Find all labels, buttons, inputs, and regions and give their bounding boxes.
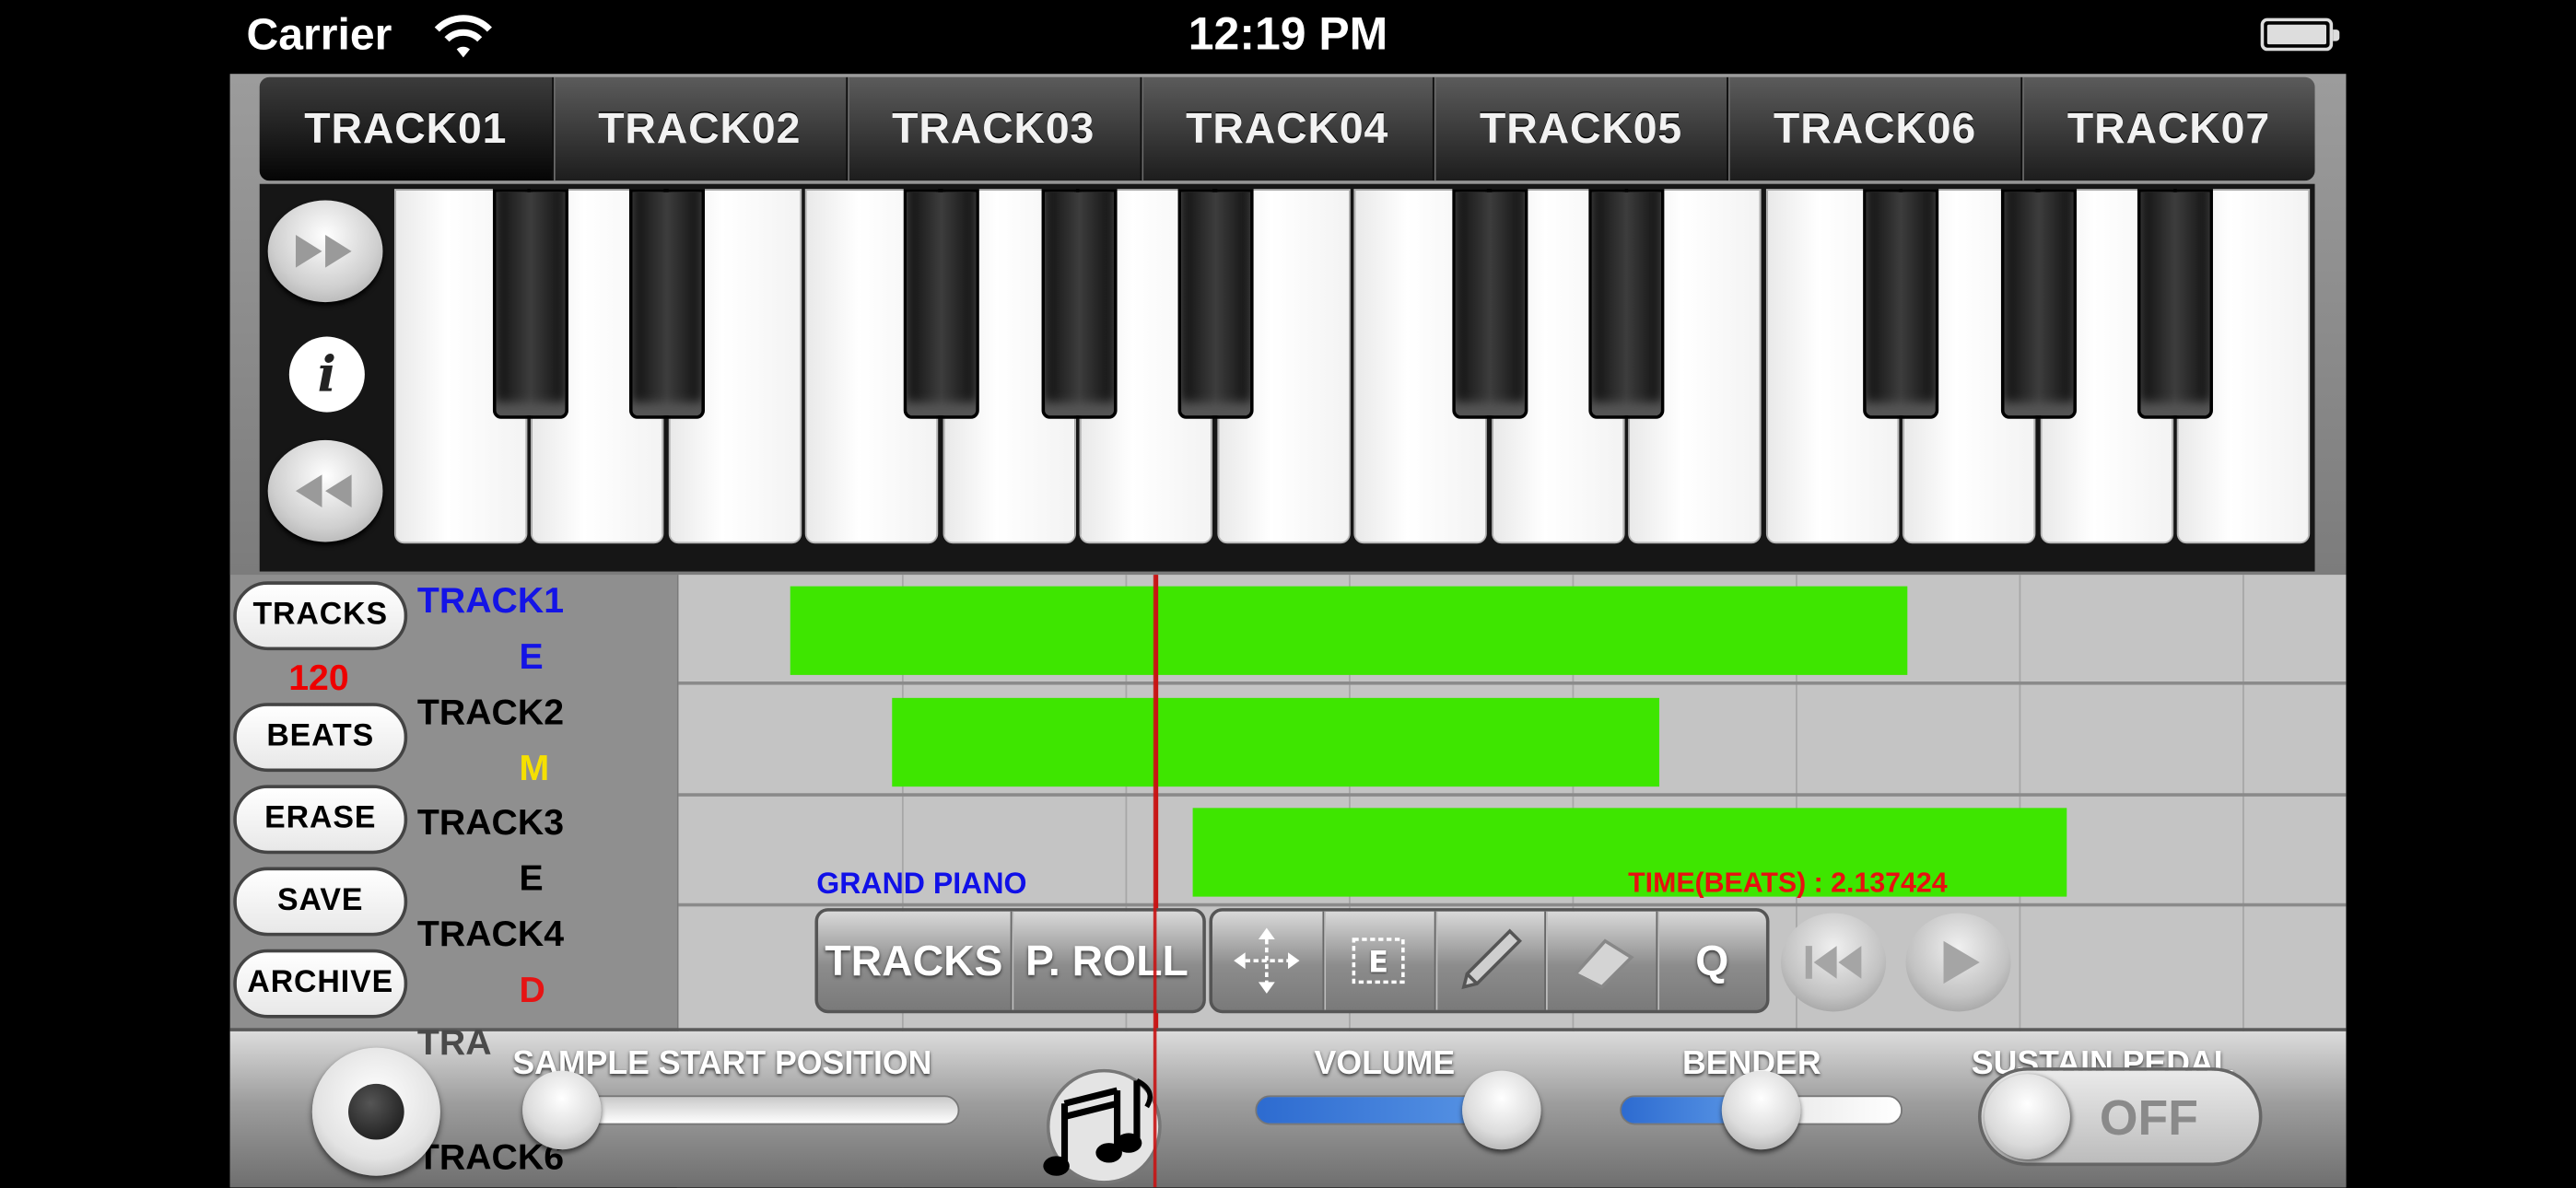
- black-key[interactable]: [1588, 189, 1665, 419]
- music-app: TRACK01 TRACK02 TRACK03 TRACK04 TRACK05 …: [229, 74, 2347, 1188]
- track-mode[interactable]: E: [519, 857, 543, 900]
- time-beats-readout: TIME(BEATS) : 2.137424: [1628, 867, 1948, 899]
- svg-text:E: E: [1368, 945, 1388, 980]
- track-name[interactable]: TRA: [417, 1021, 492, 1064]
- black-key[interactable]: [628, 189, 705, 419]
- record-button[interactable]: [311, 1047, 440, 1176]
- track2-clip[interactable]: [892, 697, 1660, 787]
- skip-back-icon: [1805, 946, 1862, 979]
- pencil-tool-button[interactable]: [1434, 911, 1545, 1010]
- pencil-icon: [1461, 928, 1522, 990]
- track-name[interactable]: TRACK4: [417, 913, 564, 955]
- piano-keyboard-area: i: [259, 183, 2315, 572]
- clock: 12:19 PM: [1188, 7, 1388, 60]
- track-mode[interactable]: D: [519, 969, 544, 1011]
- track-mode[interactable]: M: [519, 747, 549, 789]
- control-bar: TRA TRACK6 SAMPLE START POSITION VOLUME: [229, 1021, 2347, 1188]
- select-tool-button[interactable]: E: [1322, 911, 1434, 1010]
- rewind-icon: [295, 474, 352, 508]
- sustain-pedal-toggle[interactable]: OFF: [1977, 1067, 2263, 1167]
- tab-track07[interactable]: TRACK07: [2020, 76, 2315, 181]
- instrument-label: GRAND PIANO: [816, 867, 1027, 901]
- info-icon: i: [317, 345, 337, 403]
- track-name[interactable]: TRACK3: [417, 801, 564, 844]
- play-icon: [1943, 940, 1980, 984]
- music-notes-icon: [1043, 1068, 1162, 1184]
- rewind-button[interactable]: [267, 439, 383, 542]
- black-key[interactable]: [2000, 189, 2077, 419]
- row-divider: [678, 681, 2347, 685]
- black-key[interactable]: [1177, 189, 1254, 419]
- tab-track03[interactable]: TRACK03: [845, 76, 1140, 181]
- save-button[interactable]: SAVE: [233, 867, 408, 937]
- tracks-view-button[interactable]: TRACKS: [818, 912, 1010, 1010]
- keyboard-panel: TRACK01 TRACK02 TRACK03 TRACK04 TRACK05 …: [229, 74, 2347, 576]
- track-name[interactable]: TRACK1: [417, 579, 564, 622]
- status-bar: Carrier 12:19 PM: [230, 0, 2347, 74]
- track-name[interactable]: TRACK2: [417, 692, 564, 734]
- quantize-button[interactable]: Q: [1656, 911, 1766, 1010]
- beats-button[interactable]: BEATS: [233, 703, 408, 773]
- tab-track01[interactable]: TRACK01: [259, 76, 552, 181]
- piano-keys: [393, 189, 2313, 547]
- tab-track04[interactable]: TRACK04: [1139, 76, 1434, 181]
- black-key[interactable]: [903, 189, 979, 419]
- info-button[interactable]: i: [288, 336, 365, 413]
- select-icon: E: [1352, 938, 1405, 984]
- move-tool-button[interactable]: [1212, 912, 1322, 1010]
- erase-button[interactable]: ERASE: [233, 785, 408, 855]
- tab-track06[interactable]: TRACK06: [1727, 76, 2021, 181]
- sample-start-thumb[interactable]: [522, 1070, 602, 1150]
- volume-label: VOLUME: [1314, 1045, 1456, 1083]
- archive-button[interactable]: ARCHIVE: [233, 949, 408, 1019]
- fast-forward-button[interactable]: [267, 200, 383, 303]
- row-divider: [678, 793, 2347, 797]
- fast-forward-icon: [295, 234, 352, 268]
- track-mode[interactable]: E: [519, 635, 543, 678]
- edit-tools-segment: E Q: [1209, 908, 1770, 1014]
- track1-clip[interactable]: [790, 586, 1908, 675]
- black-key[interactable]: [1452, 189, 1528, 419]
- tab-track05[interactable]: TRACK05: [1433, 76, 1727, 181]
- tracks-button[interactable]: TRACKS: [233, 581, 408, 651]
- playhead-extension: [1153, 575, 1157, 1188]
- skip-back-button[interactable]: [1780, 913, 1887, 1012]
- black-key[interactable]: [1041, 189, 1118, 419]
- toggle-knob: [1985, 1074, 2070, 1159]
- view-segment: TRACKS P. ROLL: [814, 908, 1206, 1014]
- tab-track02[interactable]: TRACK02: [551, 76, 846, 181]
- tempo-value: 120: [288, 657, 349, 698]
- move-icon: [1234, 927, 1301, 994]
- sustain-state: OFF: [2099, 1091, 2198, 1147]
- bender-thumb[interactable]: [1721, 1070, 1801, 1150]
- piano-roll-view-button[interactable]: P. ROLL: [1009, 911, 1203, 1010]
- play-button[interactable]: [1905, 913, 2011, 1012]
- black-key[interactable]: [2137, 189, 2213, 419]
- music-notes-button[interactable]: [1038, 1054, 1179, 1187]
- eraser-tool-button[interactable]: [1544, 911, 1657, 1010]
- battery-icon: [2260, 17, 2340, 52]
- eraser-icon: [1572, 938, 1634, 989]
- track-tabs: TRACK01 TRACK02 TRACK03 TRACK04 TRACK05 …: [259, 76, 2315, 181]
- black-key[interactable]: [1863, 189, 1939, 419]
- row-divider: [678, 903, 2347, 907]
- black-key[interactable]: [492, 189, 568, 419]
- volume-thumb[interactable]: [1462, 1070, 1541, 1150]
